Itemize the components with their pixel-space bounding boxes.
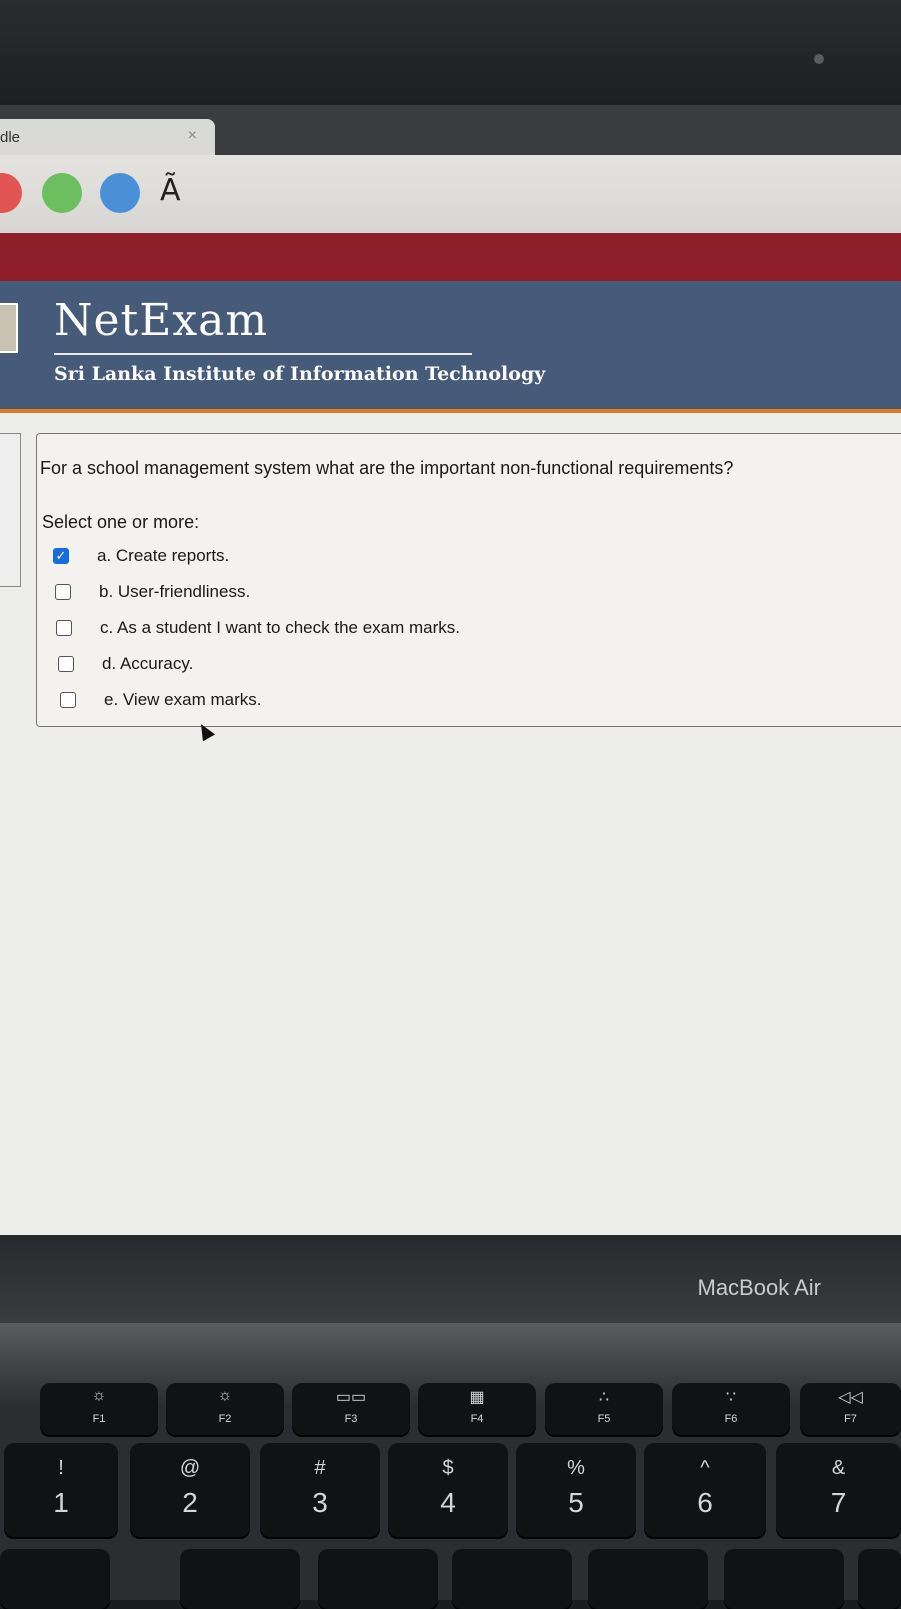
key-label: F5 [597,1413,611,1425]
browser-toolbar: Ã [0,155,901,233]
key-2[interactable]: @ 2 [130,1443,250,1537]
keyboard-deck: ☼ F1 ☼ F2 ▭▭ F3 ▦ F4 ∴ F5 ∵ F6 ◁◁ F7 ! 1… [0,1323,901,1609]
key-symbol: ! [58,1457,64,1479]
key-1[interactable]: ! 1 [4,1443,118,1537]
device-name: MacBook Air [697,1275,822,1300]
key-f2[interactable]: ☼ F2 [166,1383,284,1435]
key-5[interactable]: % 5 [516,1443,636,1537]
key-number: 1 [53,1487,69,1518]
key-number: 7 [830,1487,847,1518]
key-f1[interactable]: ☼ F1 [40,1383,158,1435]
key-f5[interactable]: ∴ F5 [545,1383,663,1435]
option-label: d. Accuracy. [102,654,194,673]
checkbox-icon[interactable] [58,656,74,672]
key-number: 6 [697,1487,713,1518]
brand-title: NetExam [54,295,269,346]
answer-option[interactable]: ✓ a. Create reports. [53,544,229,568]
key-symbol: # [314,1457,326,1479]
key-u[interactable] [858,1549,901,1609]
checkbox-icon[interactable] [56,620,72,636]
institute-crest-icon [0,303,18,353]
screen-bezel-bottom: MacBook Air [0,1235,901,1323]
refresh-icon[interactable] [42,173,82,213]
screen: dle × Ã NetExam Sri Lanka Institute of I… [0,105,901,1235]
quiz-content: For a school management system what are … [0,413,901,1235]
key-4[interactable]: $ 4 [388,1443,508,1537]
key-label: F2 [218,1413,232,1425]
option-label: a. Create reports. [97,546,230,565]
key-symbol: @ [179,1457,201,1479]
key-number: 4 [440,1487,456,1518]
key-3[interactable]: # 3 [260,1443,380,1537]
camera-icon [814,54,824,64]
key-symbol: & [831,1457,846,1479]
key-label: F6 [724,1413,738,1425]
answer-option[interactable]: c. As a student I want to check the exam… [56,616,460,640]
brightness-down-icon: ☼ [91,1387,107,1404]
brightness-up-icon: ☼ [217,1387,233,1404]
key-f6[interactable]: ∵ F6 [672,1383,790,1435]
question-box: For a school management system what are … [36,433,901,727]
brand-subtitle: Sri Lanka Institute of Information Techn… [54,363,546,385]
question-text: For a school management system what are … [40,458,734,478]
key-symbol: % [567,1457,585,1479]
tab-close-icon[interactable]: × [188,127,197,145]
stop-icon[interactable] [0,173,22,213]
checkbox-icon[interactable] [60,692,76,708]
browser-tab[interactable]: dle × [0,119,215,155]
key-number: 2 [182,1487,198,1518]
option-label: c. As a student I want to check the exam… [100,618,460,637]
key-f3[interactable]: ▭▭ F3 [292,1383,410,1435]
key-label: F3 [344,1413,358,1425]
key-y[interactable] [724,1549,844,1609]
key-symbol: ^ [700,1457,710,1479]
checkbox-checked-icon[interactable]: ✓ [53,548,69,564]
key-t[interactable] [588,1549,708,1609]
key-f7[interactable]: ◁◁ F7 [800,1383,901,1435]
option-label: b. User-friendliness. [99,582,251,601]
globe-icon[interactable] [100,173,140,213]
header-strip [0,233,901,281]
key-f4[interactable]: ▦ F4 [418,1383,536,1435]
option-label: e. View exam marks. [104,690,262,709]
key-7[interactable]: & 7 [776,1443,901,1537]
keyboard-light-down-icon: ∴ [598,1389,610,1406]
key-e[interactable] [318,1549,438,1609]
key-symbol: $ [442,1457,454,1479]
site-banner: NetExam Sri Lanka Institute of Informati… [0,281,901,413]
key-w[interactable] [180,1549,300,1609]
key-label: F1 [92,1413,106,1425]
tab-title: dle [0,129,21,146]
answer-option[interactable]: e. View exam marks. [60,688,261,712]
key-number: 3 [312,1487,328,1518]
key-6[interactable]: ^ 6 [644,1443,766,1537]
key-label: F7 [844,1413,857,1425]
answer-option[interactable]: d. Accuracy. [58,652,193,676]
key-number: 5 [568,1487,584,1518]
font-icon[interactable]: Ã [160,173,181,208]
key-r[interactable] [452,1549,572,1609]
key-label: F4 [470,1413,484,1425]
browser-tabbar: dle × [0,105,901,155]
question-info-panel [0,433,21,587]
mission-control-icon: ▭▭ [335,1389,367,1406]
answer-prompt: Select one or more: [42,512,200,532]
brand-divider [54,353,472,355]
screen-bezel-top [0,0,901,110]
keyboard-light-up-icon: ∵ [725,1389,737,1406]
launchpad-icon: ▦ [469,1389,485,1406]
rewind-icon: ◁◁ [838,1389,863,1406]
answer-option[interactable]: b. User-friendliness. [55,580,250,604]
checkbox-icon[interactable] [55,584,71,600]
key-q[interactable] [0,1549,110,1609]
